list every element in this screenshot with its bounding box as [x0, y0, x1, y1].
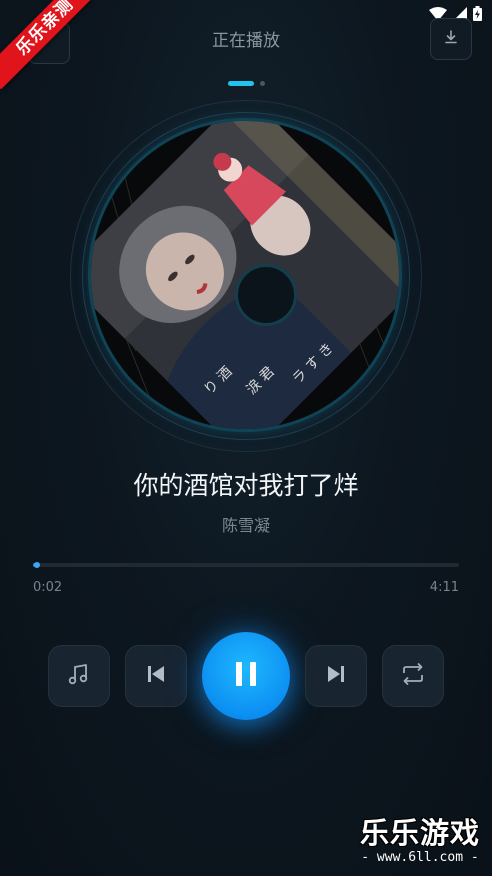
- play-pause-button[interactable]: [202, 632, 290, 720]
- playlist-button[interactable]: [48, 645, 110, 707]
- repeat-button[interactable]: [382, 645, 444, 707]
- disc-center-hole: [235, 264, 297, 326]
- download-icon: [443, 29, 459, 49]
- time-total: 4:11: [429, 580, 459, 595]
- progress-knob[interactable]: [34, 562, 40, 568]
- pause-icon: [233, 660, 259, 692]
- page-dot[interactable]: [259, 81, 265, 86]
- song-title: 你的酒馆对我打了烊: [133, 471, 359, 500]
- music-note-icon: [66, 661, 92, 691]
- watermark-title: 乐乐游戏: [359, 816, 480, 850]
- page-dot-active[interactable]: [227, 81, 254, 86]
- skip-next-icon: [325, 663, 347, 689]
- skip-previous-icon: [145, 663, 167, 689]
- artist-name[interactable]: 陈雪凝: [0, 512, 492, 536]
- watermark-url: - www.6ll.com -: [361, 850, 479, 865]
- progress-bar[interactable]: [33, 562, 459, 568]
- album-disc: り 酒 涙 君 ラ す き: [70, 100, 422, 452]
- site-watermark: 乐乐游戏 - www.6ll.com -: [360, 816, 480, 866]
- time-elapsed: 0:02: [33, 580, 63, 595]
- previous-button[interactable]: [125, 645, 187, 707]
- page-indicator[interactable]: [0, 81, 492, 86]
- download-button[interactable]: [430, 18, 472, 60]
- next-button[interactable]: [305, 645, 367, 707]
- player-screen: 乐乐亲测 正在播放 り 酒 涙 君 ラ す き 你的酒馆对我打了烊 陈雪凝 0:…: [0, 0, 492, 876]
- album-cover: り 酒 涙 君 ラ す き: [88, 118, 402, 432]
- page-title: 正在播放: [212, 31, 280, 51]
- repeat-icon: [399, 661, 427, 691]
